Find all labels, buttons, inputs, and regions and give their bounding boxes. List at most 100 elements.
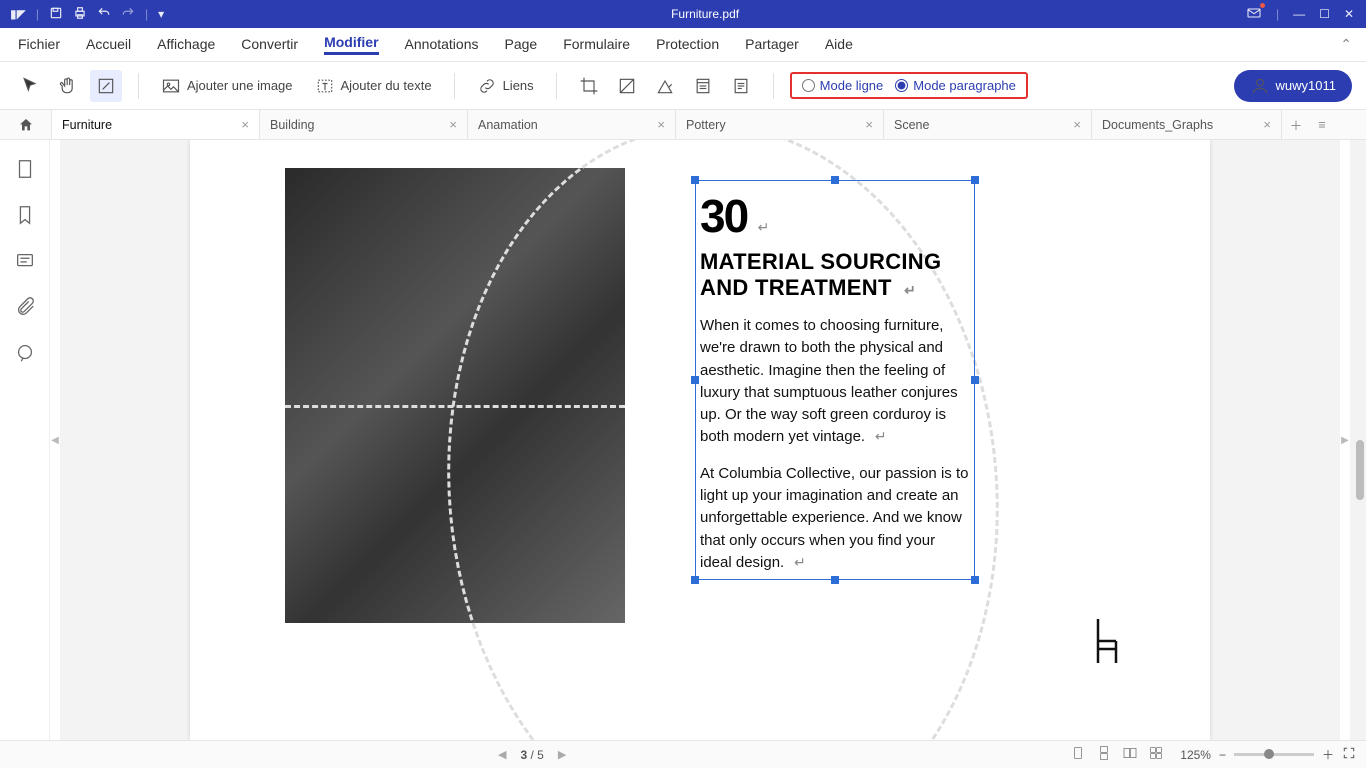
add-text-button[interactable]: Ajouter du texte: [309, 72, 438, 100]
title-bar: ▮◤ | | ▾ Furniture.pdf | — ☐ ✕: [0, 0, 1366, 28]
watermark-icon[interactable]: [611, 70, 643, 102]
menu-modifier[interactable]: Modifier: [324, 34, 378, 55]
links-button[interactable]: Liens: [471, 72, 540, 100]
expand-right-panel-icon[interactable]: ▶: [1340, 140, 1350, 740]
zoom-out-icon[interactable]: −: [1219, 748, 1226, 762]
minimize-icon[interactable]: —: [1293, 7, 1305, 21]
add-image-button[interactable]: Ajouter une image: [155, 72, 299, 100]
menu-page[interactable]: Page: [504, 36, 537, 54]
leather-image[interactable]: [285, 168, 625, 623]
zoom-slider[interactable]: [1234, 753, 1314, 756]
menu-partager[interactable]: Partager: [745, 36, 799, 54]
tab-close-icon[interactable]: ×: [1073, 117, 1081, 132]
bates-number-icon[interactable]: [725, 70, 757, 102]
resize-handle[interactable]: [971, 576, 979, 584]
menu-annotations[interactable]: Annotations: [405, 36, 479, 54]
tab-close-icon[interactable]: ×: [865, 117, 873, 132]
resize-handle[interactable]: [831, 576, 839, 584]
user-account-button[interactable]: wuwy1011: [1234, 70, 1352, 102]
fullscreen-icon[interactable]: [1342, 746, 1356, 763]
tab-anamation[interactable]: Anamation ×: [468, 110, 676, 139]
resize-handle[interactable]: [971, 376, 979, 384]
select-tool-icon[interactable]: [14, 70, 46, 102]
mode-paragraph-label: Mode paragraphe: [913, 78, 1016, 93]
resize-handle[interactable]: [691, 576, 699, 584]
hand-tool-icon[interactable]: [52, 70, 84, 102]
tab-furniture[interactable]: Furniture ×: [52, 110, 260, 139]
background-icon[interactable]: [649, 70, 681, 102]
mode-line-radio[interactable]: Mode ligne: [802, 78, 884, 93]
header-footer-icon[interactable]: [687, 70, 719, 102]
expand-left-panel-icon[interactable]: ◀: [50, 140, 60, 740]
document-tab-strip: Furniture × Building × Anamation × Potte…: [0, 110, 1366, 140]
single-page-view-icon[interactable]: [1068, 743, 1088, 766]
scrollbar-thumb[interactable]: [1356, 440, 1364, 500]
print-icon[interactable]: [73, 6, 87, 23]
zoom-value[interactable]: 125%: [1180, 748, 1211, 762]
window-title: Furniture.pdf: [164, 7, 1246, 21]
next-page-icon[interactable]: ▶: [558, 748, 566, 761]
redo-icon[interactable]: [121, 6, 135, 23]
app-logo-icon: ▮◤: [10, 7, 26, 21]
bookmarks-icon[interactable]: [14, 204, 36, 226]
close-icon[interactable]: ✕: [1344, 7, 1354, 21]
user-name: wuwy1011: [1276, 78, 1336, 93]
tab-close-icon[interactable]: ×: [449, 117, 457, 132]
add-tab-icon[interactable]: ＋: [1282, 110, 1310, 139]
mode-paragraph-radio[interactable]: Mode paragraphe: [895, 78, 1016, 93]
tab-close-icon[interactable]: ×: [241, 117, 249, 132]
menu-bar: Fichier Accueil Affichage Convertir Modi…: [0, 28, 1366, 62]
edit-tool-icon[interactable]: [90, 70, 122, 102]
menu-formulaire[interactable]: Formulaire: [563, 36, 630, 54]
resize-handle[interactable]: [831, 176, 839, 184]
search-or-chat-icon[interactable]: [14, 342, 36, 364]
pilcrow-icon: ↵: [904, 282, 916, 298]
tab-close-icon[interactable]: ×: [657, 117, 665, 132]
zoom-in-icon[interactable]: ＋: [1322, 746, 1334, 763]
add-image-label: Ajouter une image: [187, 78, 293, 93]
qat-divider: |: [36, 7, 39, 21]
undo-icon[interactable]: [97, 6, 111, 23]
menu-accueil[interactable]: Accueil: [86, 36, 131, 54]
vertical-scrollbar[interactable]: [1350, 140, 1366, 740]
attachments-icon[interactable]: [14, 296, 36, 318]
page-separator: /: [527, 748, 537, 762]
resize-handle[interactable]: [691, 176, 699, 184]
comments-icon[interactable]: [14, 250, 36, 272]
tab-label: Furniture: [62, 118, 112, 132]
menu-aide[interactable]: Aide: [825, 36, 853, 54]
menu-fichier[interactable]: Fichier: [18, 36, 60, 54]
selected-text-frame[interactable]: 30 ↵ MATERIAL SOURCING AND TREATMENT ↵ W…: [695, 180, 975, 580]
resize-handle[interactable]: [691, 376, 699, 384]
page-number-text[interactable]: 30: [700, 190, 747, 242]
prev-page-icon[interactable]: ◀: [498, 748, 506, 761]
tab-scene[interactable]: Scene ×: [884, 110, 1092, 139]
zoom-slider-thumb[interactable]: [1264, 749, 1274, 759]
menu-affichage[interactable]: Affichage: [157, 36, 215, 54]
tab-pottery[interactable]: Pottery ×: [676, 110, 884, 139]
qat-dropdown-icon[interactable]: ▾: [158, 7, 164, 21]
maximize-icon[interactable]: ☐: [1319, 7, 1330, 21]
continuous-view-icon[interactable]: [1094, 743, 1114, 766]
tab-label: Pottery: [686, 118, 726, 132]
crop-icon[interactable]: [573, 70, 605, 102]
body-paragraph[interactable]: At Columbia Collective, our passion is t…: [700, 463, 970, 574]
mail-icon[interactable]: [1246, 5, 1262, 24]
tab-documents-graphs[interactable]: Documents_Graphs ×: [1092, 110, 1282, 139]
thumbnails-icon[interactable]: [14, 158, 36, 180]
tab-overflow-icon[interactable]: ≡: [1310, 110, 1334, 139]
two-page-view-icon[interactable]: [1120, 743, 1140, 766]
menu-convertir[interactable]: Convertir: [241, 36, 298, 54]
resize-handle[interactable]: [971, 176, 979, 184]
home-tab-icon[interactable]: [0, 110, 52, 139]
body-paragraph[interactable]: When it comes to choosing furniture, we'…: [700, 315, 970, 449]
mode-line-label: Mode ligne: [820, 78, 884, 93]
menu-protection[interactable]: Protection: [656, 36, 719, 54]
tab-close-icon[interactable]: ×: [1263, 117, 1271, 132]
thumbnail-grid-icon[interactable]: [1146, 743, 1166, 766]
collapse-ribbon-icon[interactable]: ⌃: [1340, 36, 1352, 53]
tab-building[interactable]: Building ×: [260, 110, 468, 139]
save-icon[interactable]: [49, 6, 63, 23]
document-canvas[interactable]: 30 ↵ MATERIAL SOURCING AND TREATMENT ↵ W…: [60, 140, 1340, 740]
heading-text[interactable]: MATERIAL SOURCING AND TREATMENT ↵: [700, 249, 970, 301]
